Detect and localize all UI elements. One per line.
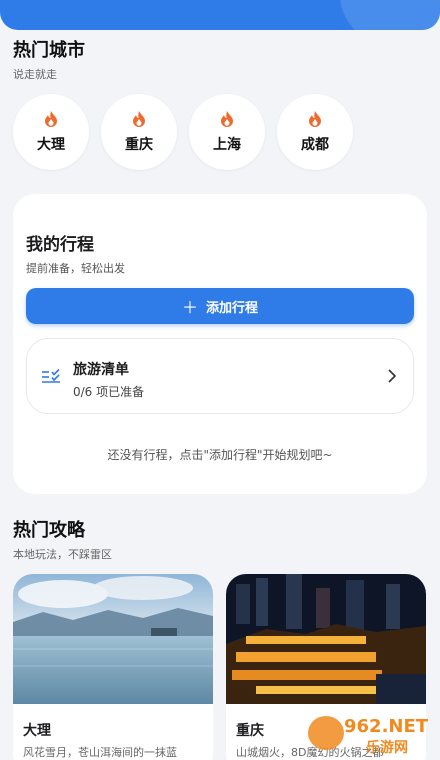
flame-icon: [309, 111, 321, 127]
guide-description: 风花雪月，苍山洱海间的一抹蓝: [23, 746, 177, 759]
add-trip-button[interactable]: ＋ 添加行程: [26, 288, 414, 324]
header-band: [0, 0, 440, 30]
city-chip-shanghai[interactable]: 上海: [189, 94, 265, 170]
hot-guides-title: 热门攻略: [13, 520, 85, 541]
my-trips-subtitle: 提前准备，轻松出发: [26, 262, 125, 275]
guide-title: 重庆: [236, 723, 264, 739]
city-list: 大理 重庆 上海 成都: [13, 94, 353, 170]
site-watermark: 962.NET 乐游网: [308, 716, 429, 756]
plus-icon: ＋: [181, 298, 198, 317]
city-name: 重庆: [125, 137, 153, 153]
flame-icon: [221, 111, 233, 127]
flame-icon: [133, 111, 145, 127]
hot-cities-subtitle: 说走就走: [13, 68, 57, 81]
my-trips-title: 我的行程: [26, 235, 94, 255]
hot-guides-subtitle: 本地玩法，不踩雷区: [13, 548, 112, 561]
guide-card-dali[interactable]: 大理 风花雪月，苍山洱海间的一抹蓝: [13, 574, 213, 760]
chevron-right-icon: [388, 369, 397, 383]
city-chip-chengdu[interactable]: 成都: [277, 94, 353, 170]
hot-cities-title: 热门城市: [13, 40, 85, 61]
svg-text:乐游网: 乐游网: [366, 739, 408, 756]
checklist-icon: [42, 368, 60, 383]
city-name: 上海: [213, 137, 241, 153]
header-decoration: [340, 0, 440, 30]
flame-icon: [45, 111, 57, 127]
add-trip-label: 添加行程: [206, 300, 259, 316]
guide-title: 大理: [23, 723, 51, 739]
city-chip-chongqing[interactable]: 重庆: [101, 94, 177, 170]
chongqing-night-photo: [226, 574, 426, 704]
travel-checklist-row[interactable]: 旅游清单 0/6 项已准备: [26, 338, 414, 414]
city-chip-dali[interactable]: 大理: [13, 94, 89, 170]
checklist-title: 旅游清单: [73, 362, 129, 378]
empty-trips-hint: 还没有行程，点击"添加行程"开始规划吧~: [107, 448, 333, 462]
my-trips-card: 我的行程 提前准备，轻松出发 ＋ 添加行程 旅游清单 0/6 项已准备 还没有行…: [13, 194, 427, 494]
city-name: 成都: [301, 137, 329, 153]
dali-lake-photo: [13, 574, 213, 704]
svg-text:962.NET: 962.NET: [344, 716, 429, 737]
checklist-progress: 0/6 项已准备: [73, 385, 145, 399]
city-name: 大理: [37, 137, 65, 153]
